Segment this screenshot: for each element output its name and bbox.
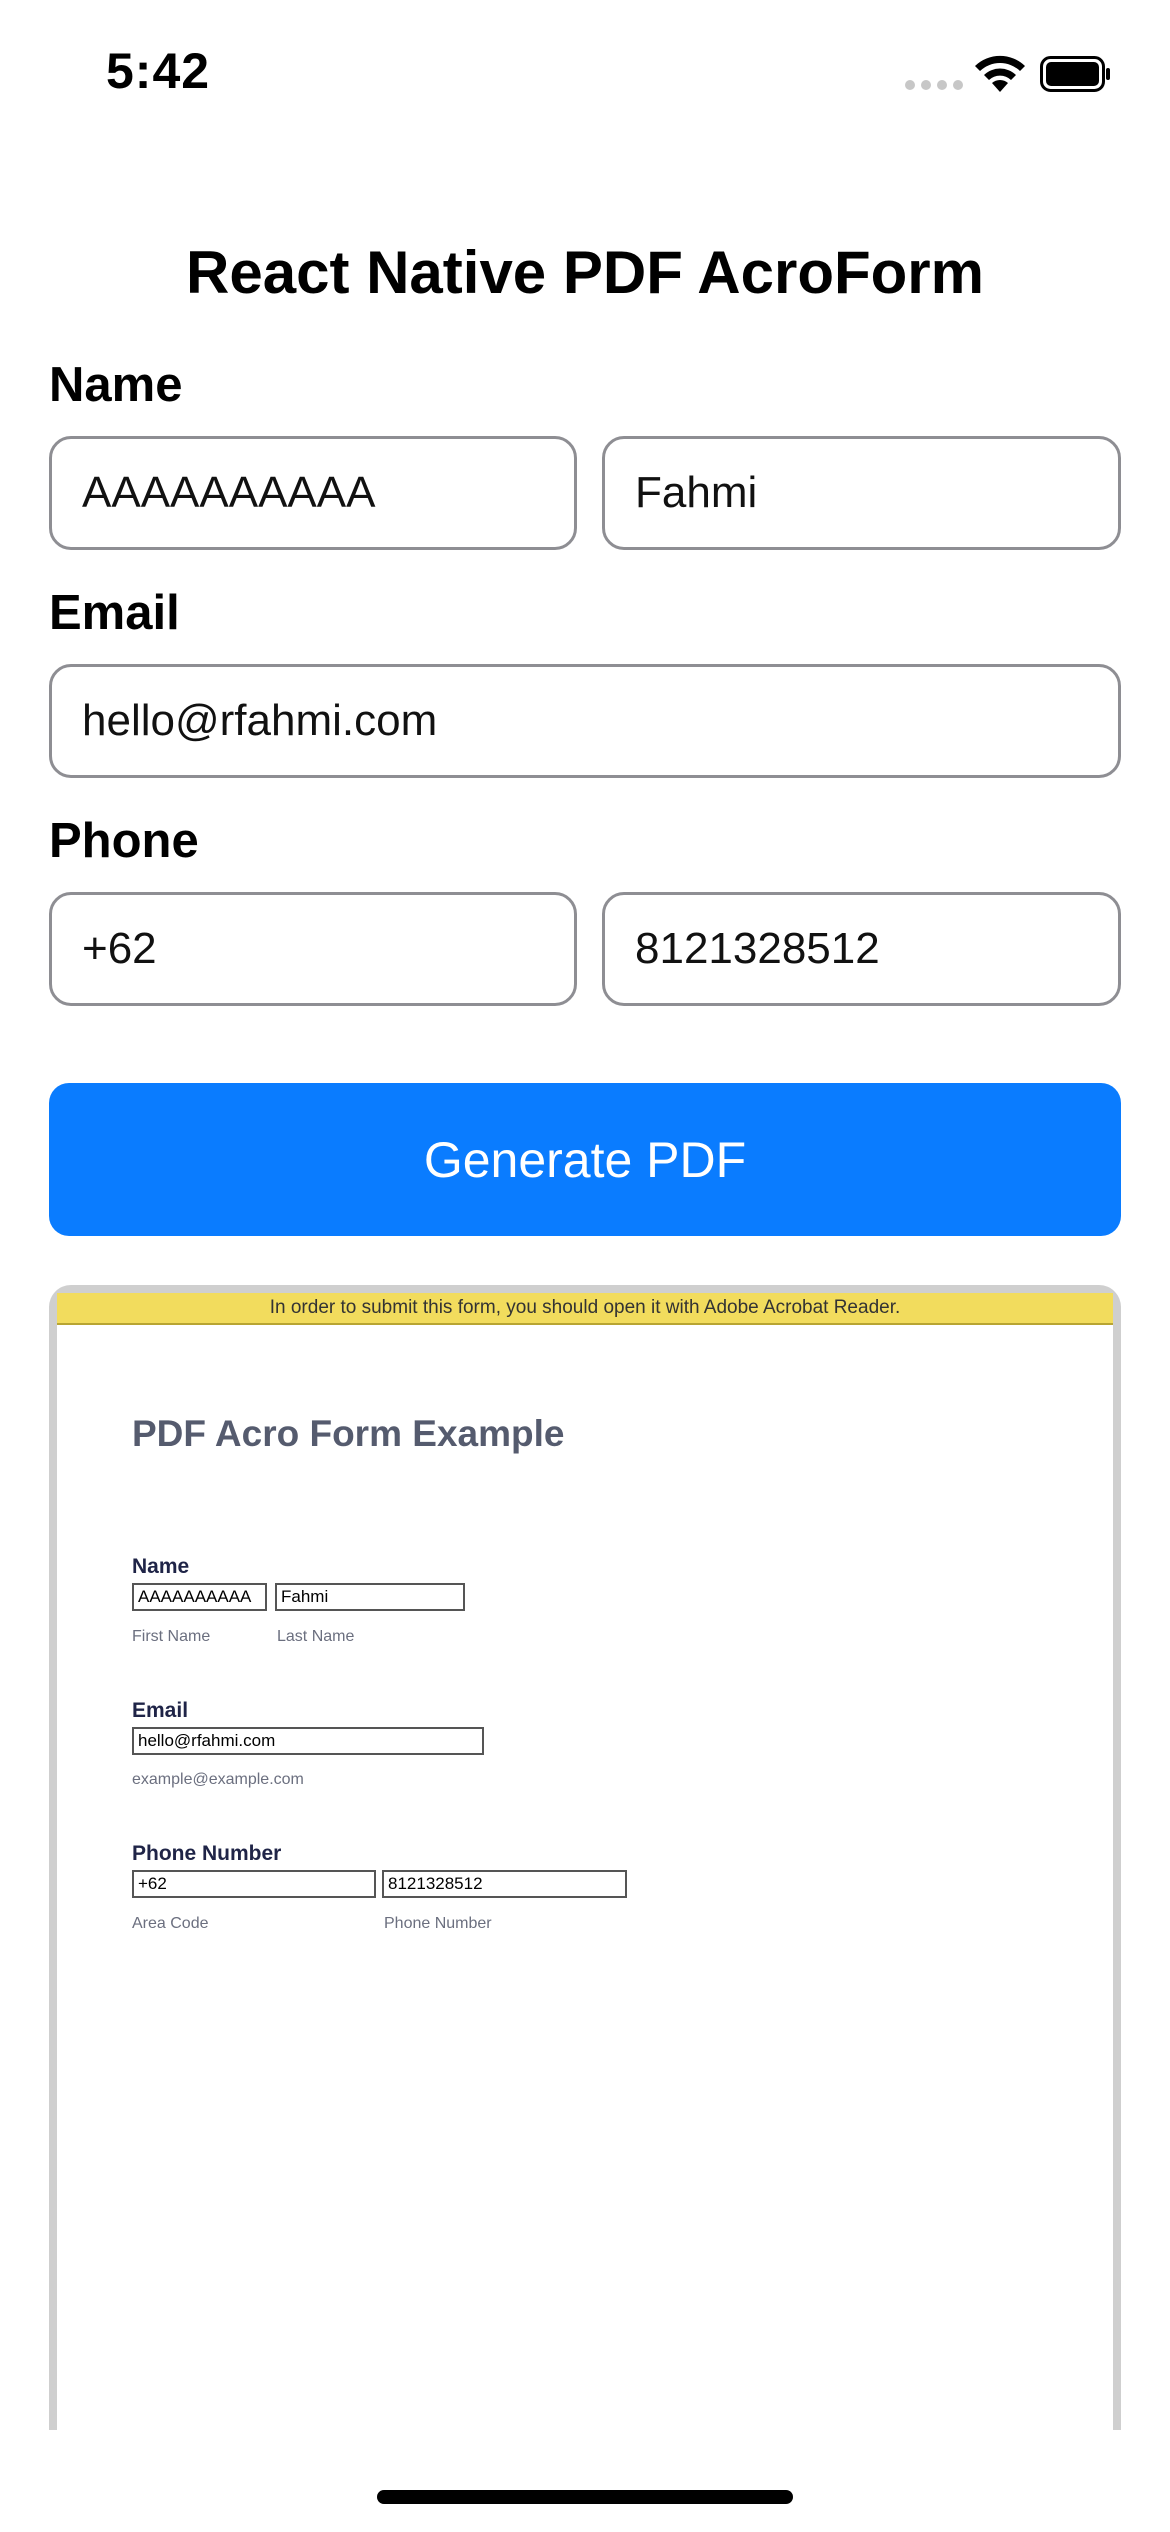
status-time: 5:42	[106, 43, 211, 99]
battery-icon	[1040, 56, 1110, 92]
generate-pdf-button[interactable]: Generate PDF	[49, 1083, 1121, 1236]
pdf-email-hint: example@example.com	[132, 1771, 304, 1788]
email-input[interactable]: hello@rfahmi.com	[49, 664, 1121, 778]
pdf-email-label: Email	[132, 1699, 189, 1722]
phone-label: Phone	[49, 814, 199, 868]
pdf-phone-number-hint: Phone Number	[384, 1915, 492, 1932]
pdf-area-code-field[interactable]: +62	[132, 1870, 376, 1898]
pdf-last-name-hint: Last Name	[277, 1628, 355, 1645]
area-code-input[interactable]: +62	[49, 892, 577, 1006]
home-indicator[interactable]	[377, 2490, 793, 2504]
pdf-page: In order to submit this form, you should…	[57, 1293, 1113, 2430]
pdf-email-field[interactable]: hello@rfahmi.com	[132, 1727, 484, 1755]
pdf-first-name-hint: First Name	[132, 1628, 211, 1645]
pdf-phone-label: Phone Number	[132, 1842, 282, 1865]
signal-icon	[905, 80, 963, 90]
last-name-input[interactable]: Fahmi	[602, 436, 1121, 550]
first-name-input[interactable]: AAAAAAAAAA	[49, 436, 577, 550]
name-label: Name	[49, 358, 183, 412]
email-label: Email	[49, 586, 180, 640]
phone-number-input[interactable]: 8121328512	[602, 892, 1121, 1006]
pdf-title: PDF Acro Form Example	[132, 1413, 565, 1454]
pdf-viewer[interactable]: In order to submit this form, you should…	[49, 1285, 1121, 2430]
pdf-last-name-field[interactable]: Fahmi	[275, 1583, 465, 1611]
wifi-icon	[975, 55, 1025, 92]
page-title: React Native PDF AcroForm	[186, 239, 984, 306]
pdf-name-label: Name	[132, 1555, 190, 1578]
pdf-area-code-hint: Area Code	[132, 1915, 209, 1932]
pdf-banner: In order to submit this form, you should…	[57, 1293, 1113, 1325]
pdf-first-name-field[interactable]: AAAAAAAAAA	[132, 1583, 267, 1611]
pdf-phone-number-field[interactable]: 8121328512	[382, 1870, 627, 1898]
